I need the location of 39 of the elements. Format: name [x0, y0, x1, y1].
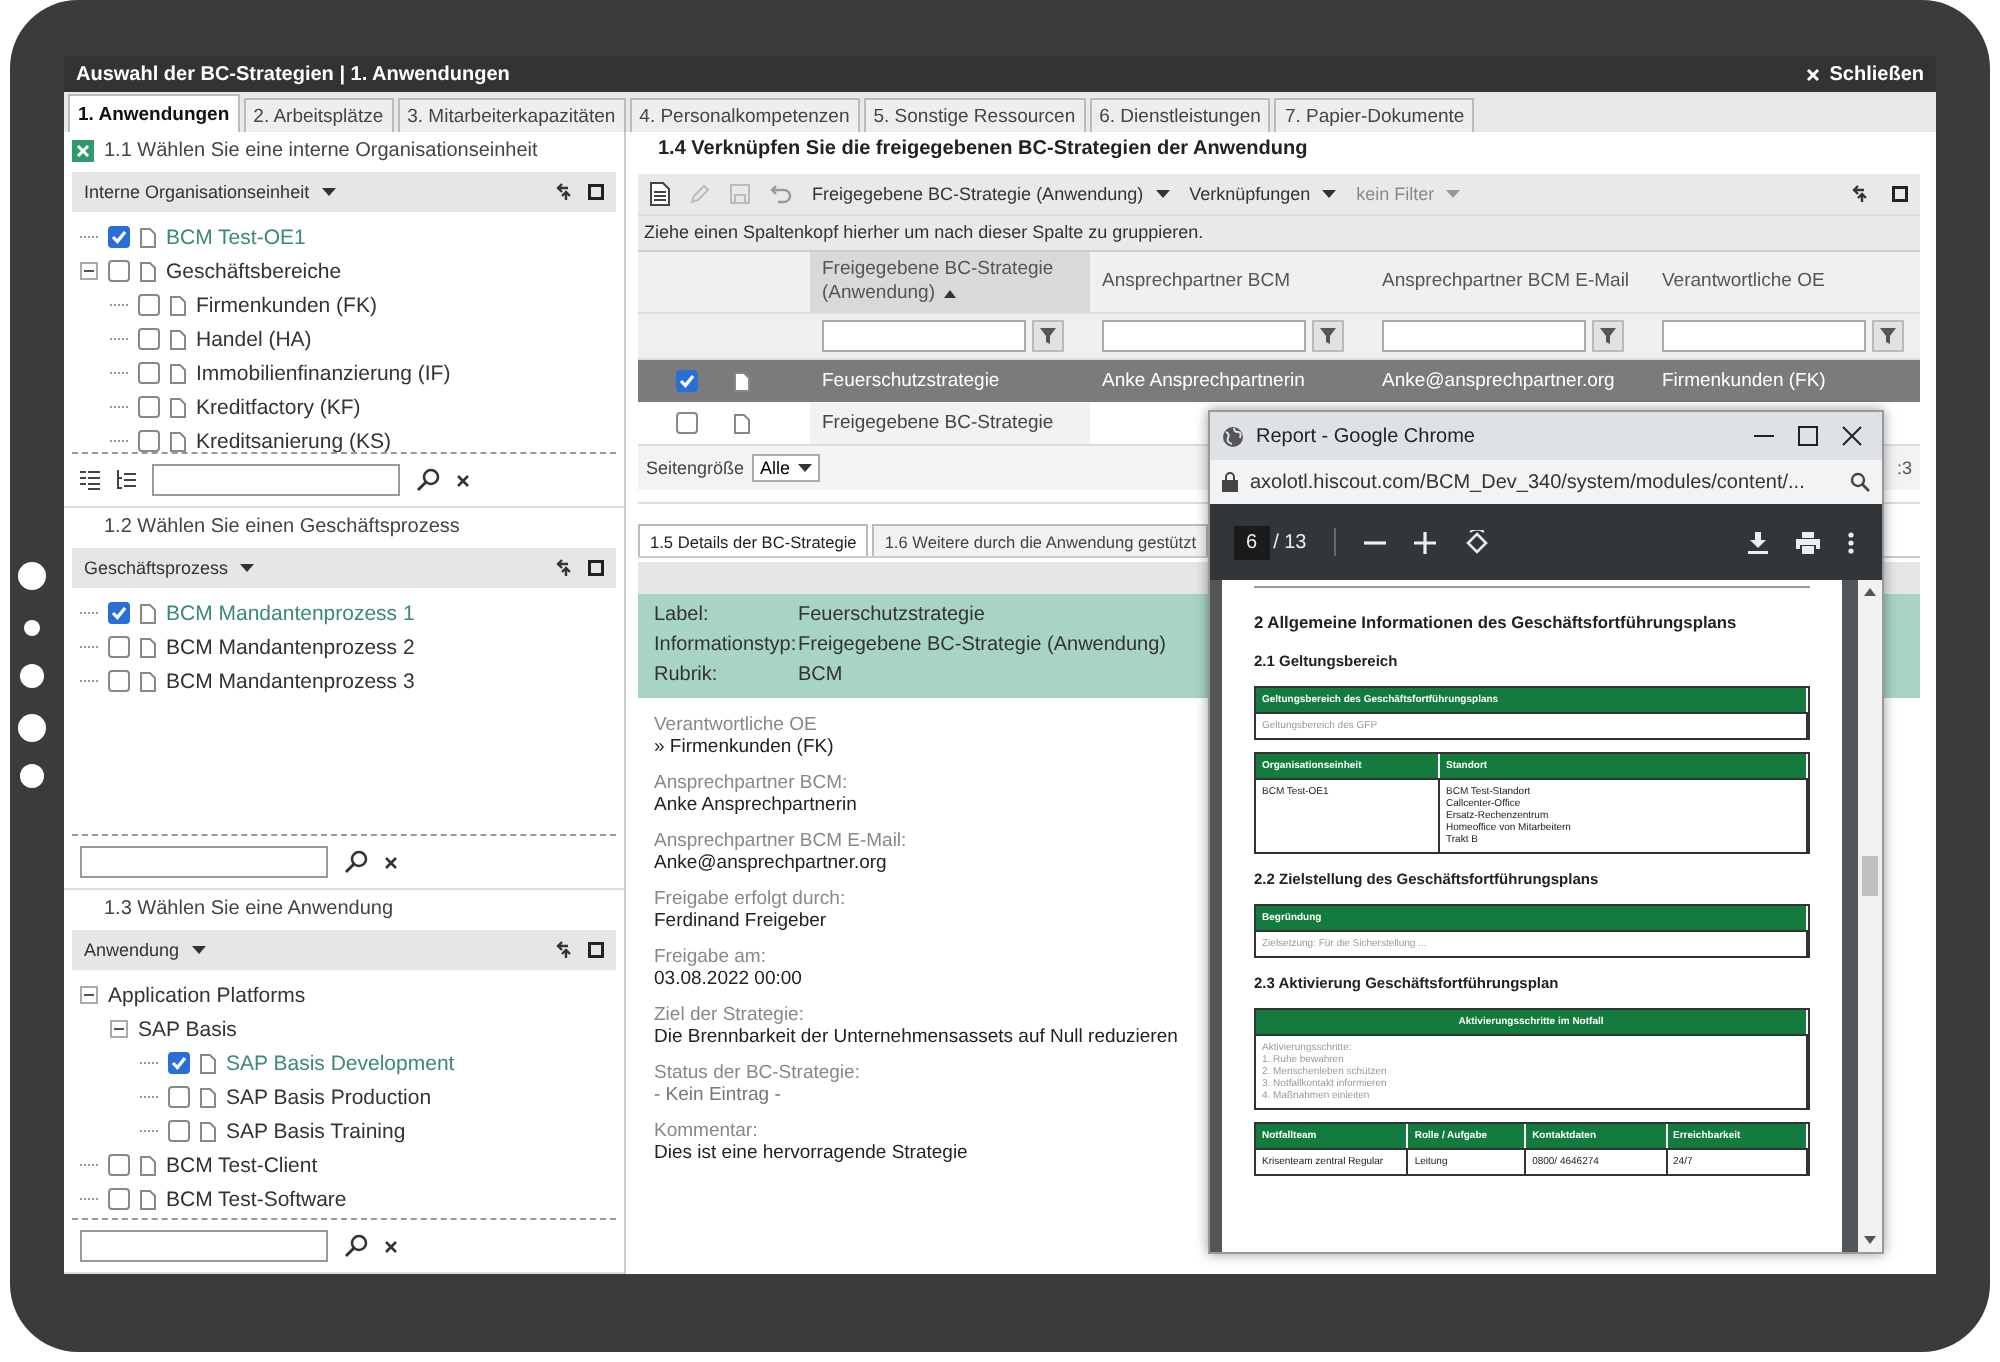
url-text: axolotl.hiscout.com/BCM_Dev_340/system/modules/content/...: [1250, 471, 1807, 493]
summary-label: Informationstyp:: [654, 634, 798, 656]
page-size-label: Seitengröße: [646, 458, 745, 478]
table-cell: Freigegebene BC-Strategie: [810, 402, 1090, 444]
summary-label: Label:: [654, 604, 711, 626]
field-label: Status der BC-Strategie:: [654, 1062, 860, 1084]
field-value: Anke@ansprechpartner.org: [654, 852, 887, 876]
field-value: Die Brennbarkeit der Unternehmensassets auf Null reduzieren: [654, 1026, 1178, 1050]
field-label: Freigabe erfolgt durch:: [654, 888, 846, 910]
field-label: Verantwortliche OE: [654, 714, 817, 736]
group-hint: Ziehe einen Spaltenkopf hierher um nach dieser Spalte zu gruppieren.: [638, 214, 1920, 250]
summary-value: Freigegebene BC-Strategie (Anwendung): [798, 634, 1166, 656]
field-label: Ansprechpartner BCM:: [654, 772, 848, 794]
document-heading: 2 Allgemeine Informationen des Geschäftsfortführungsplans: [1254, 612, 1739, 632]
field-value: Ferdinand Freigeber: [654, 910, 827, 934]
field-value: 03.08.2022 00:00: [654, 968, 802, 992]
field-label: Ziel der Strategie:: [654, 1004, 804, 1026]
field-value: Dies ist eine hervorragende Strategie: [654, 1142, 968, 1166]
section-title: 1.4 Verknüpfen Sie die freigegebenen BC-Strategien der Anwendung: [656, 136, 1310, 164]
table-cell-text: Anke Ansprechpartnerin: [1100, 368, 1307, 396]
table-cell-text: Feuerschutzstrategie: [820, 368, 1002, 396]
panel-title: 1.3 Wählen Sie eine Anwendung: [104, 897, 394, 919]
panel-title: 1.1 Wählen Sie eine interne Organisationseinheit: [104, 139, 538, 161]
field-label: Freigabe am:: [654, 946, 766, 968]
window-title: Auswahl der BC-Strategien | 1. Anwendungen: [76, 63, 510, 85]
panel-title: 1.2 Wählen Sie einen Geschäftsprozess: [104, 515, 460, 537]
table-cell-text: Firmenkunden (FK): [1660, 368, 1828, 396]
summary-value: BCM: [798, 664, 843, 686]
summary-value: Feuerschutzstrategie: [798, 604, 985, 626]
field-value: - Kein Eintrag -: [654, 1084, 781, 1108]
field-label: Kommentar:: [654, 1120, 758, 1142]
field-label: Ansprechpartner BCM E-Mail:: [654, 830, 907, 852]
pager-info: :3: [1896, 458, 1912, 478]
browser-title: Report - Google Chrome: [1256, 425, 1475, 447]
table-cell-text: Anke@ansprechpartner.org: [1380, 368, 1617, 396]
page-total: / 13: [1273, 531, 1307, 553]
field-value: Anke Ansprechpartnerin: [654, 794, 857, 818]
summary-label: Rubrik:: [654, 664, 720, 686]
field-value: » Firmenkunden (FK): [654, 736, 834, 760]
